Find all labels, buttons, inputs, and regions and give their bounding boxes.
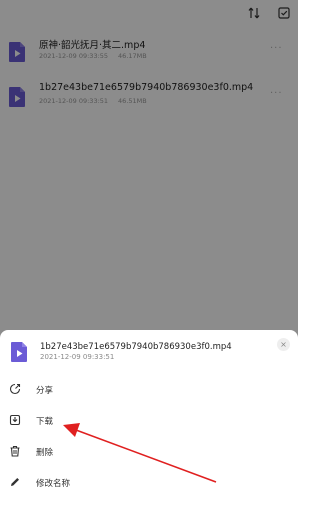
video-file-icon	[11, 342, 27, 362]
bottom-action-sheet: 1b27e43be71e6579b7940b786930e3f0.mp4 202…	[0, 330, 298, 514]
delete-label: 删除	[36, 448, 54, 458]
close-icon[interactable]: ×	[277, 338, 290, 351]
share-label: 分享	[36, 386, 54, 396]
rename-action[interactable]: 修改名称	[0, 470, 298, 496]
sheet-file-date: 2021-12-09 09:33:51	[40, 353, 115, 361]
sheet-header: 1b27e43be71e6579b7940b786930e3f0.mp4 202…	[0, 330, 298, 368]
rename-label: 修改名称	[36, 479, 71, 489]
share-action[interactable]: 分享	[0, 377, 298, 403]
download-action[interactable]: 下载	[0, 408, 298, 434]
download-label: 下载	[36, 417, 54, 427]
share-icon	[9, 383, 21, 395]
trash-icon	[10, 445, 20, 457]
download-icon	[9, 414, 21, 426]
sheet-file-name: 1b27e43be71e6579b7940b786930e3f0.mp4	[40, 342, 232, 352]
pencil-icon	[11, 478, 19, 486]
delete-action[interactable]: 删除	[0, 439, 298, 465]
